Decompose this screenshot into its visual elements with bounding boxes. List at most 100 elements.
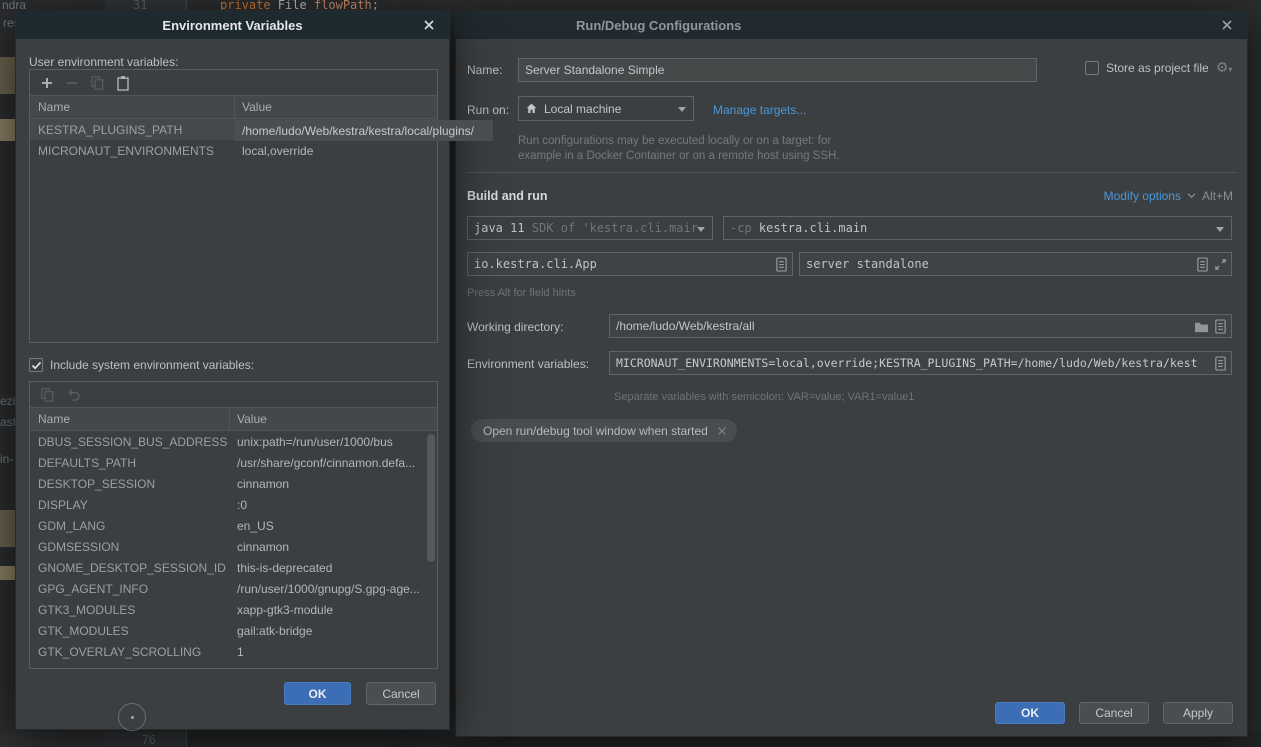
modify-options-link[interactable]: Modify options	[1104, 189, 1181, 203]
var-value: unix:path=/run/user/1000/bus	[229, 435, 437, 449]
add-icon[interactable]	[40, 76, 54, 90]
include-system-env-label: Include system environment variables:	[50, 358, 254, 372]
env-dialog-title: Environment Variables	[162, 18, 302, 33]
vertical-scrollbar[interactable]	[427, 434, 435, 562]
table-row[interactable]: GDM_LANGen_US	[30, 515, 437, 536]
var-value: :0	[229, 498, 437, 512]
copy-icon[interactable]	[90, 75, 105, 90]
column-header-name: Name	[30, 412, 229, 426]
user-env-vars-label: User environment variables:	[29, 55, 178, 69]
close-icon[interactable]	[717, 426, 727, 436]
table-row[interactable]: GDMSESSIONcinnamon	[30, 536, 437, 557]
remove-icon[interactable]	[65, 76, 79, 90]
table-row[interactable]: MICRONAUT_ENVIRONMENTS local,override	[30, 140, 437, 161]
run-on-dropdown[interactable]: Local machine	[518, 96, 694, 121]
line-number: 76	[130, 733, 156, 747]
manage-targets-link[interactable]: Manage targets...	[713, 103, 806, 117]
var-name: DBUS_SESSION_BUS_ADDRESS	[30, 435, 229, 449]
var-value: cinnamon	[229, 540, 437, 554]
table-row[interactable]: GTK3_MODULESxapp-gtk3-module	[30, 599, 437, 620]
cp-value: kestra.cli.main	[759, 221, 867, 235]
expand-field-icon[interactable]	[1214, 318, 1227, 335]
var-name: MICRONAUT_ENVIRONMENTS	[30, 144, 234, 158]
run-dialog-title: Run/Debug Configurations	[576, 18, 741, 33]
gear-icon[interactable]: ⚙▾	[1216, 61, 1233, 75]
copy-icon[interactable]	[40, 387, 55, 402]
sidebar-strip	[0, 119, 16, 141]
table-row[interactable]: DISPLAY:0	[30, 494, 437, 515]
var-name: KESTRA_PLUGINS_PATH	[30, 123, 234, 137]
configuration-name-input[interactable]: Server Standalone Simple	[518, 58, 1037, 82]
main-class-input[interactable]: io.kestra.cli.App	[467, 252, 793, 276]
working-directory-input[interactable]: /home/ludo/Web/kestra/all	[609, 314, 1232, 338]
env-dialog-titlebar[interactable]: Environment Variables	[16, 11, 449, 39]
expand-field-icon[interactable]	[775, 256, 788, 273]
table-row[interactable]: GNOME_DESKTOP_SESSION_IDthis-is-deprecat…	[30, 557, 437, 578]
chevron-down-icon	[1187, 193, 1196, 199]
expand-field-icon[interactable]	[1214, 355, 1227, 372]
jre-dropdown[interactable]: java 11 SDK of 'kestra.cli.mair	[467, 216, 713, 240]
revert-icon[interactable]	[66, 388, 81, 402]
var-name: GNOME_DESKTOP_SESSION_ID	[30, 561, 229, 575]
var-name: GDMSESSION	[30, 540, 229, 554]
close-icon[interactable]	[1219, 17, 1235, 33]
environment-variables-input[interactable]: MICRONAUT_ENVIRONMENTS=local,override;KE…	[609, 351, 1232, 375]
var-name: GTK3_MODULES	[30, 603, 229, 617]
background-fragment: ast	[0, 415, 16, 429]
var-value: local,override	[234, 144, 437, 158]
environment-variables-label: Environment variables:	[467, 357, 589, 371]
expanded-cell-value: /home/ludo/Web/kestra/kestra/local/plugi…	[235, 120, 493, 141]
var-name: GPG_AGENT_INFO	[30, 582, 229, 596]
ok-button[interactable]: OK	[284, 682, 351, 705]
expand-arrows-icon[interactable]	[1214, 258, 1227, 271]
close-icon[interactable]	[421, 17, 437, 33]
ok-button[interactable]: OK	[995, 702, 1065, 724]
classpath-module-dropdown[interactable]: -cp kestra.cli.main	[723, 216, 1232, 240]
table-row[interactable]: GTK_MODULESgail:atk-bridge	[30, 620, 437, 641]
include-system-env-checkbox[interactable]	[29, 358, 43, 372]
env-vars-hint: Separate variables with semicolon: VAR=v…	[614, 391, 914, 403]
jre-value: java 11	[474, 221, 525, 235]
table-row[interactable]: DEFAULTS_PATH/usr/share/gconf/cinnamon.d…	[30, 452, 437, 473]
chevron-down-icon	[1215, 226, 1225, 233]
table-row[interactable]: DBUS_SESSION_BUS_ADDRESSunix:path=/run/u…	[30, 431, 437, 452]
var-value: /usr/share/gconf/cinnamon.defa...	[229, 456, 437, 470]
field-hints-text: Press Alt for field hints	[467, 287, 576, 299]
chip-label: Open run/debug tool window when started	[483, 424, 708, 438]
chevron-down-icon	[677, 106, 687, 113]
cancel-button[interactable]: Cancel	[1079, 702, 1149, 724]
expand-field-icon[interactable]	[1196, 256, 1209, 273]
table-row[interactable]: DESKTOP_SESSIONcinnamon	[30, 473, 437, 494]
main-class-value: io.kestra.cli.App	[474, 257, 597, 271]
table-row[interactable]: GPG_AGENT_INFO/run/user/1000/gnupg/S.gpg…	[30, 578, 437, 599]
section-divider	[467, 172, 1237, 173]
sidebar-strip	[0, 57, 16, 94]
open-tool-window-chip[interactable]: Open run/debug tool window when started	[471, 419, 737, 442]
var-value: gail:atk-bridge	[229, 624, 437, 638]
var-value: en_US	[229, 519, 437, 533]
store-as-project-file-label: Store as project file	[1106, 61, 1209, 75]
apply-button[interactable]: Apply	[1163, 702, 1233, 724]
background-fragment: in-	[0, 452, 13, 466]
run-debug-configurations-dialog: Run/Debug Configurations Name: Server St…	[455, 10, 1248, 737]
program-arguments-input[interactable]: server standalone	[799, 252, 1232, 276]
run-dialog-titlebar[interactable]: Run/Debug Configurations	[456, 11, 1247, 39]
folder-icon[interactable]	[1194, 320, 1209, 333]
var-name: DISPLAY	[30, 498, 229, 512]
cp-prefix: -cp	[730, 221, 759, 235]
environment-variables-dialog: Environment Variables User environment v…	[15, 10, 450, 730]
paste-icon[interactable]	[116, 75, 130, 91]
column-header-name: Name	[30, 100, 234, 114]
build-and-run-header: Build and run	[467, 189, 548, 203]
store-as-project-file-checkbox[interactable]	[1085, 61, 1099, 75]
modify-options-shortcut: Alt+M	[1202, 189, 1233, 203]
cancel-button[interactable]: Cancel	[366, 682, 436, 705]
home-icon	[525, 102, 538, 115]
user-env-vars-table: Name Value KESTRA_PLUGINS_PATH MICRONAUT…	[29, 69, 438, 343]
program-arguments-value: server standalone	[806, 257, 929, 271]
working-directory-label: Working directory:	[467, 320, 563, 334]
name-label: Name:	[467, 63, 502, 77]
table-row[interactable]: GTK_OVERLAY_SCROLLING1	[30, 641, 437, 662]
editor-bottom-left	[0, 731, 105, 747]
var-value: cinnamon	[229, 477, 437, 491]
